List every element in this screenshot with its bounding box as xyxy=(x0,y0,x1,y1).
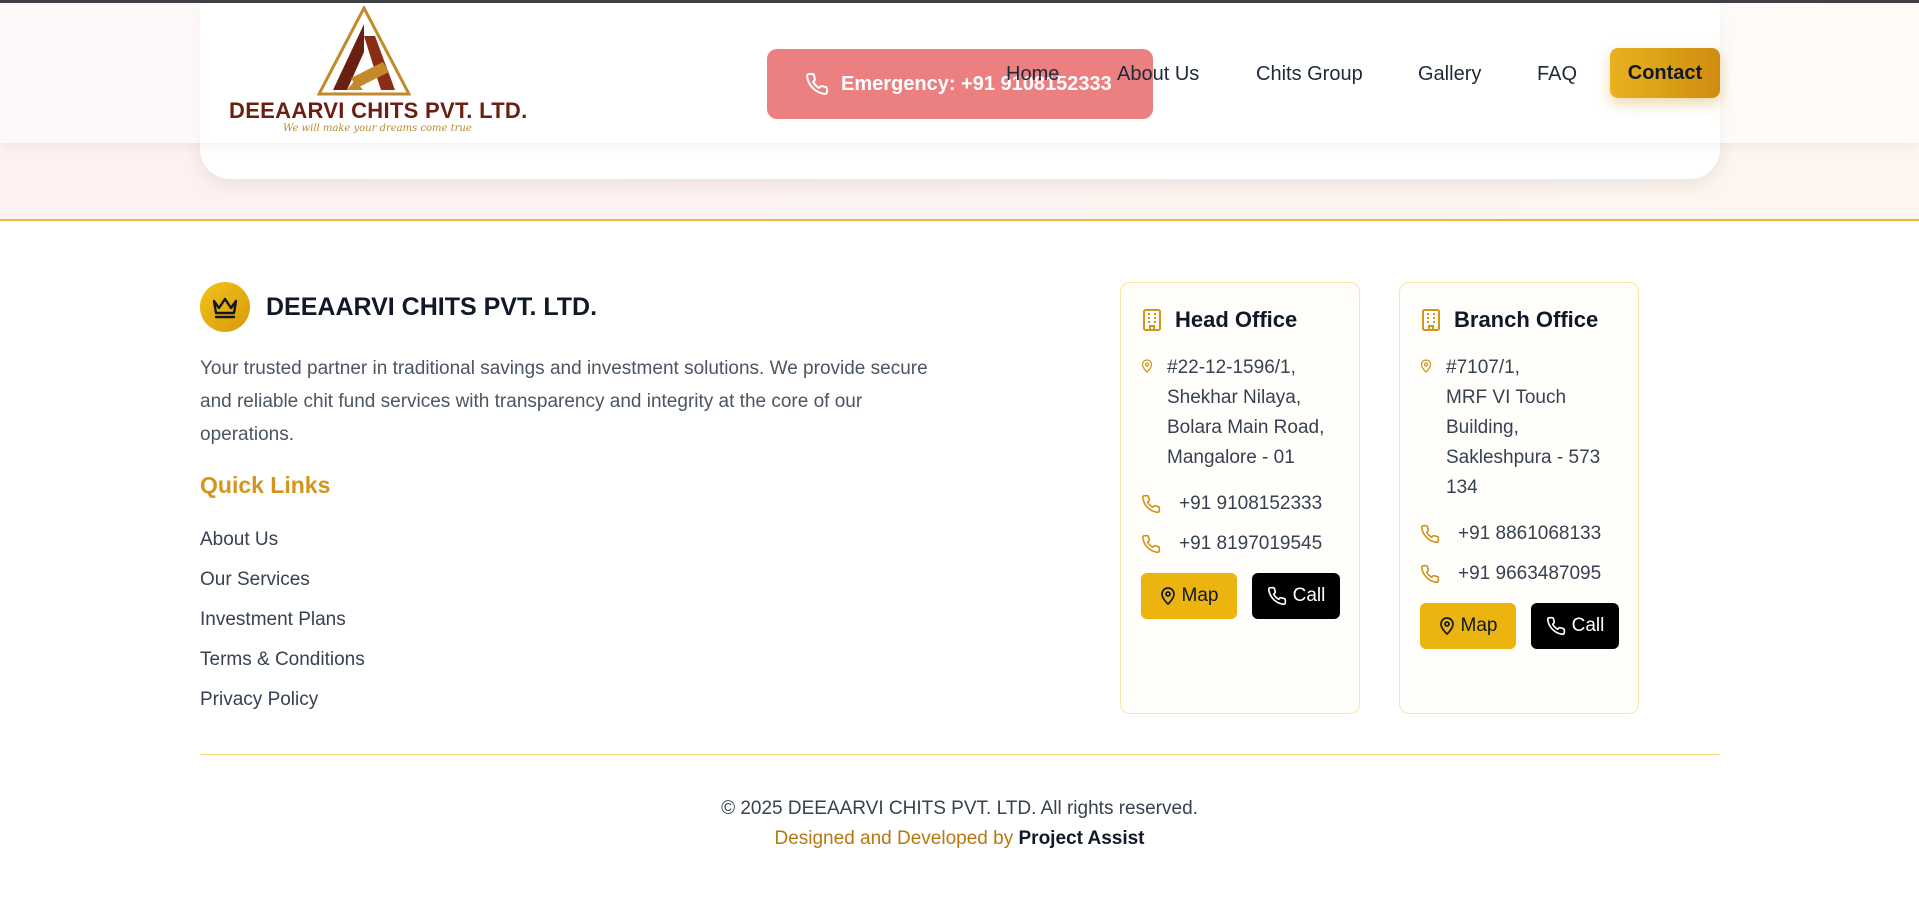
phone-icon xyxy=(1267,586,1287,606)
address-line: 134 xyxy=(1446,477,1478,498)
crown-badge xyxy=(200,282,250,332)
head-office-card: Head Office #22-12-1596/1, Shekhar Nilay… xyxy=(1120,282,1360,714)
call-label: Call xyxy=(1292,585,1326,606)
office-phone[interactable]: +91 9663487095 xyxy=(1420,563,1601,585)
office-header: Head Office xyxy=(1141,307,1297,333)
building-icon xyxy=(1422,309,1440,331)
map-pin-icon xyxy=(1141,359,1153,373)
quick-link-investment-plans[interactable]: Investment Plans xyxy=(200,606,365,646)
top-edge xyxy=(0,0,1919,3)
map-pin-icon xyxy=(1160,586,1176,606)
phone-icon xyxy=(1141,494,1161,514)
address-line: Mangalore - 01 xyxy=(1167,447,1295,468)
footer-about-text: Your trusted partner in traditional savi… xyxy=(200,358,928,445)
branch-office-card: Branch Office #7107/1, MRF VI Touch Buil… xyxy=(1399,282,1639,714)
phone-number: +91 8861068133 xyxy=(1458,523,1602,544)
logo-name: DEEAARVI CHITS PVT. LTD. xyxy=(229,98,528,123)
emergency-button[interactable]: Emergency: +91 9108152333 xyxy=(767,49,1153,119)
call-button[interactable]: Call xyxy=(1252,573,1340,619)
phone-icon xyxy=(1420,524,1440,544)
triangle-a-logo-icon xyxy=(317,6,411,96)
map-pin-icon xyxy=(1439,616,1455,636)
building-icon xyxy=(1143,309,1161,331)
contact-button[interactable]: Contact xyxy=(1610,48,1720,98)
copyright-text: © 2025 DEEAARVI CHITS PVT. LTD. All righ… xyxy=(721,798,1198,819)
nav-faq[interactable]: FAQ xyxy=(1537,60,1577,88)
office-address: #7107/1, MRF VI Touch Building, Sakleshp… xyxy=(1420,353,1600,503)
address-line: Bolara Main Road, xyxy=(1167,417,1325,438)
address-line: #7107/1, xyxy=(1446,357,1520,378)
footer-divider xyxy=(200,754,1720,755)
quick-link-privacy[interactable]: Privacy Policy xyxy=(200,686,365,726)
address-line: Sakleshpura - 573 xyxy=(1446,447,1601,468)
quick-link-our-services[interactable]: Our Services xyxy=(200,566,365,606)
phone-icon xyxy=(1546,616,1566,636)
address-line: Shekhar Nilaya, xyxy=(1167,387,1302,408)
footer-brand: DEEAARVI CHITS PVT. LTD. xyxy=(200,282,597,332)
map-label: Map xyxy=(1181,585,1219,606)
credit-prefix: Designed and Developed by xyxy=(774,828,1019,849)
map-button[interactable]: Map xyxy=(1420,603,1516,649)
quick-link-terms[interactable]: Terms & Conditions xyxy=(200,646,365,686)
office-title: Head Office xyxy=(1175,307,1298,332)
phone-icon xyxy=(805,72,829,96)
credit-link[interactable]: Project Assist xyxy=(1019,828,1145,849)
map-button[interactable]: Map xyxy=(1141,573,1237,619)
address-line: #22-12-1596/1, xyxy=(1167,357,1296,378)
map-pin-icon xyxy=(1420,359,1432,373)
nav-chits-group[interactable]: Chits Group xyxy=(1256,60,1363,88)
site-logo[interactable]: DEEAARVI CHITS PVT. LTD. We will make yo… xyxy=(229,6,528,140)
call-label: Call xyxy=(1571,615,1605,636)
phone-number: +91 8197019545 xyxy=(1179,533,1323,554)
nav-about-us[interactable]: About Us xyxy=(1117,60,1199,88)
nav-gallery[interactable]: Gallery xyxy=(1418,60,1481,88)
quick-link-about-us[interactable]: About Us xyxy=(200,526,365,566)
crown-icon xyxy=(212,297,238,319)
logo-tagline: We will make your dreams come true xyxy=(283,123,472,134)
address-line: MRF VI Touch xyxy=(1446,387,1567,408)
quick-links-list: About Us Our Services Investment Plans T… xyxy=(200,526,365,726)
quick-links-title: Quick Links xyxy=(200,472,331,498)
nav-home[interactable]: Home xyxy=(1006,60,1059,88)
phone-icon xyxy=(1420,564,1440,584)
emergency-label: Emergency: +91 9108152333 xyxy=(841,72,1112,95)
phone-icon xyxy=(1141,534,1161,554)
office-phone[interactable]: +91 8861068133 xyxy=(1420,523,1601,545)
map-label: Map xyxy=(1460,615,1498,636)
credit-line: Designed and Developed by Project Assist xyxy=(0,828,1919,850)
address-line: Building, xyxy=(1446,417,1519,438)
footer-brand-name: DEEAARVI CHITS PVT. LTD. xyxy=(266,292,598,321)
office-title: Branch Office xyxy=(1454,307,1599,332)
office-header: Branch Office xyxy=(1420,307,1598,333)
office-phone[interactable]: +91 8197019545 xyxy=(1141,533,1322,555)
office-phone[interactable]: +91 9108152333 xyxy=(1141,493,1322,515)
phone-number: +91 9663487095 xyxy=(1458,563,1602,584)
call-button[interactable]: Call xyxy=(1531,603,1619,649)
office-address: #22-12-1596/1, Shekhar Nilaya, Bolara Ma… xyxy=(1141,353,1324,473)
phone-number: +91 9108152333 xyxy=(1179,493,1323,514)
